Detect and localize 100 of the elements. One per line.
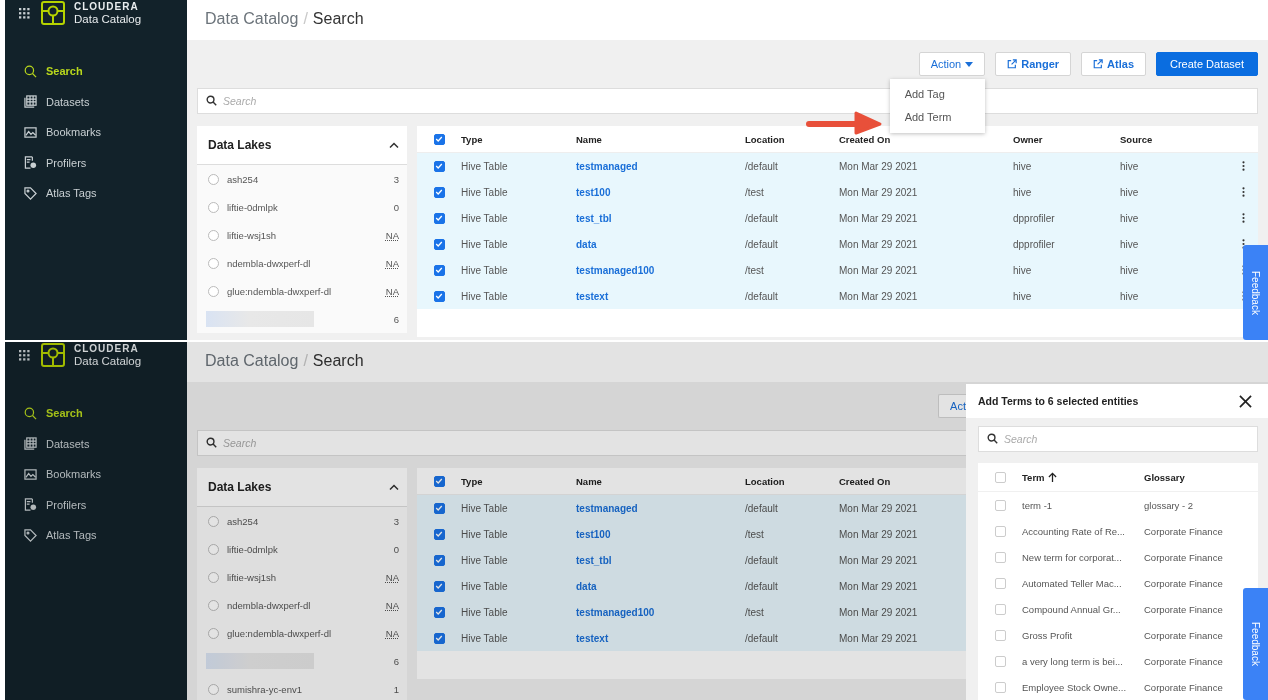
checkbox[interactable] <box>433 502 445 514</box>
data-lake-item[interactable]: glue:ndembla-dwxperf-dl NA <box>197 277 407 305</box>
dataset-link[interactable]: test_tbl <box>576 554 612 566</box>
checkbox[interactable] <box>994 525 1006 537</box>
dataset-link[interactable]: testmanaged <box>576 502 638 514</box>
external-link-button[interactable]: Atlas <box>1081 52 1146 76</box>
data-lake-item[interactable]: ndembla-dwxperf-dl NA <box>197 249 407 277</box>
radio-button[interactable] <box>208 229 219 241</box>
column-header[interactable]: Location <box>745 133 839 145</box>
data-lake-item[interactable]: liftie-0dmlpk 0 <box>197 535 407 563</box>
dataset-link[interactable]: testext <box>576 632 609 644</box>
nav-item[interactable]: Atlas Tags <box>5 178 187 209</box>
checkbox[interactable] <box>433 133 445 145</box>
data-lake-item[interactable]: ndembla-dwxperf-dl NA <box>197 591 407 619</box>
data-lake-item[interactable]: sumishra-yc-env1 1 <box>197 675 407 700</box>
more-options-icon[interactable] <box>1241 161 1245 171</box>
feedback-tab[interactable]: Feedback <box>1243 588 1268 700</box>
checkbox[interactable] <box>994 551 1006 563</box>
checkbox[interactable] <box>433 580 445 592</box>
radio-button[interactable] <box>208 515 219 527</box>
nav-item[interactable]: Datasets <box>5 428 187 459</box>
more-options-icon[interactable] <box>1241 213 1245 223</box>
dataset-link[interactable]: testext <box>576 290 609 302</box>
data-lake-item[interactable]: glue:ndembla-dwxperf-dl NA <box>197 619 407 647</box>
dataset-link[interactable]: testmanaged100 <box>576 264 655 276</box>
checkbox[interactable] <box>433 212 445 224</box>
radio-button[interactable] <box>208 599 219 611</box>
column-header[interactable]: Term <box>1022 471 1045 483</box>
dataset-link[interactable]: testmanaged100 <box>576 606 655 618</box>
column-header[interactable]: Name <box>576 475 745 487</box>
radio-button[interactable] <box>208 543 219 555</box>
dataset-link[interactable]: data <box>576 238 597 250</box>
checkbox[interactable] <box>433 554 445 566</box>
nav-item[interactable]: Search <box>5 56 187 87</box>
chevron-icon[interactable] <box>389 484 399 490</box>
checkbox[interactable] <box>433 264 445 276</box>
column-header[interactable]: Type <box>461 133 576 145</box>
checkbox[interactable] <box>994 629 1006 641</box>
radio-button[interactable] <box>208 627 219 639</box>
radio-button[interactable] <box>208 257 219 269</box>
nav-item[interactable]: Profilers <box>5 147 187 178</box>
action-dropdown-button[interactable]: Action <box>918 52 986 76</box>
nav-item[interactable]: Atlas Tags <box>5 520 187 551</box>
data-lake-item[interactable]: 6 <box>197 647 407 675</box>
data-lake-item[interactable]: 6 <box>197 305 407 333</box>
radio-button[interactable] <box>208 201 219 213</box>
column-header[interactable]: Type <box>461 475 576 487</box>
data-lake-item[interactable]: liftie-wsj1sh NA <box>197 563 407 591</box>
data-lake-item[interactable]: liftie-0dmlpk 0 <box>197 193 407 221</box>
checkbox[interactable] <box>994 681 1006 693</box>
column-header[interactable]: Created On <box>839 133 1013 145</box>
checkbox[interactable] <box>433 632 445 644</box>
more-options-icon[interactable] <box>1241 239 1245 249</box>
data-lake-item[interactable]: liftie-wsj1sh NA <box>197 221 407 249</box>
checkbox[interactable] <box>433 475 445 487</box>
external-link-button[interactable]: Ranger <box>995 52 1072 76</box>
apps-grid-icon[interactable] <box>19 349 30 361</box>
checkbox[interactable] <box>994 499 1006 511</box>
column-header[interactable]: Source <box>1120 133 1228 145</box>
nav-item[interactable]: Bookmarks <box>5 117 187 148</box>
checkbox[interactable] <box>994 577 1006 589</box>
radio-button[interactable] <box>208 683 219 695</box>
checkbox[interactable] <box>433 290 445 302</box>
column-header[interactable]: Glossary <box>1144 471 1258 483</box>
column-header[interactable]: Name <box>576 133 745 145</box>
nav-item[interactable]: Search <box>5 398 187 429</box>
cut-off-button[interactable]: Act <box>938 394 966 418</box>
checkbox[interactable] <box>433 186 445 198</box>
radio-button[interactable] <box>208 571 219 583</box>
data-lake-item[interactable]: ash254 3 <box>197 507 407 535</box>
nav-item[interactable]: Datasets <box>5 86 187 117</box>
dataset-link[interactable]: testmanaged <box>576 160 638 172</box>
breadcrumb-link[interactable]: Data Catalog <box>205 352 299 370</box>
dataset-link[interactable]: test_tbl <box>576 212 612 224</box>
checkbox[interactable] <box>994 471 1006 483</box>
breadcrumb-link[interactable]: Data Catalog <box>205 10 299 28</box>
search-field[interactable]: Search <box>978 426 1258 452</box>
checkbox[interactable] <box>994 655 1006 667</box>
sort-arrow-icon[interactable] <box>1047 472 1057 482</box>
dataset-link[interactable]: test100 <box>576 528 611 540</box>
dataset-link[interactable]: data <box>576 580 597 592</box>
create-dataset-button[interactable]: Create Dataset <box>1156 52 1258 76</box>
checkbox[interactable] <box>433 238 445 250</box>
radio-button[interactable] <box>208 285 219 297</box>
dataset-link[interactable]: test100 <box>576 186 611 198</box>
nav-item[interactable]: Profilers <box>5 489 187 520</box>
checkbox[interactable] <box>433 606 445 618</box>
close-icon[interactable] <box>1239 394 1252 408</box>
chevron-icon[interactable] <box>389 142 399 148</box>
data-lake-item[interactable]: ash254 3 <box>197 165 407 193</box>
checkbox[interactable] <box>433 160 445 172</box>
checkbox[interactable] <box>994 603 1006 615</box>
radio-button[interactable] <box>208 173 219 185</box>
checkbox[interactable] <box>433 528 445 540</box>
column-header[interactable]: Owner <box>1013 133 1120 145</box>
apps-grid-icon[interactable] <box>19 7 30 19</box>
feedback-tab[interactable]: Feedback <box>1243 245 1268 340</box>
nav-item[interactable]: Bookmarks <box>5 459 187 490</box>
more-options-icon[interactable] <box>1241 187 1245 197</box>
column-header[interactable]: Location <box>745 475 839 487</box>
